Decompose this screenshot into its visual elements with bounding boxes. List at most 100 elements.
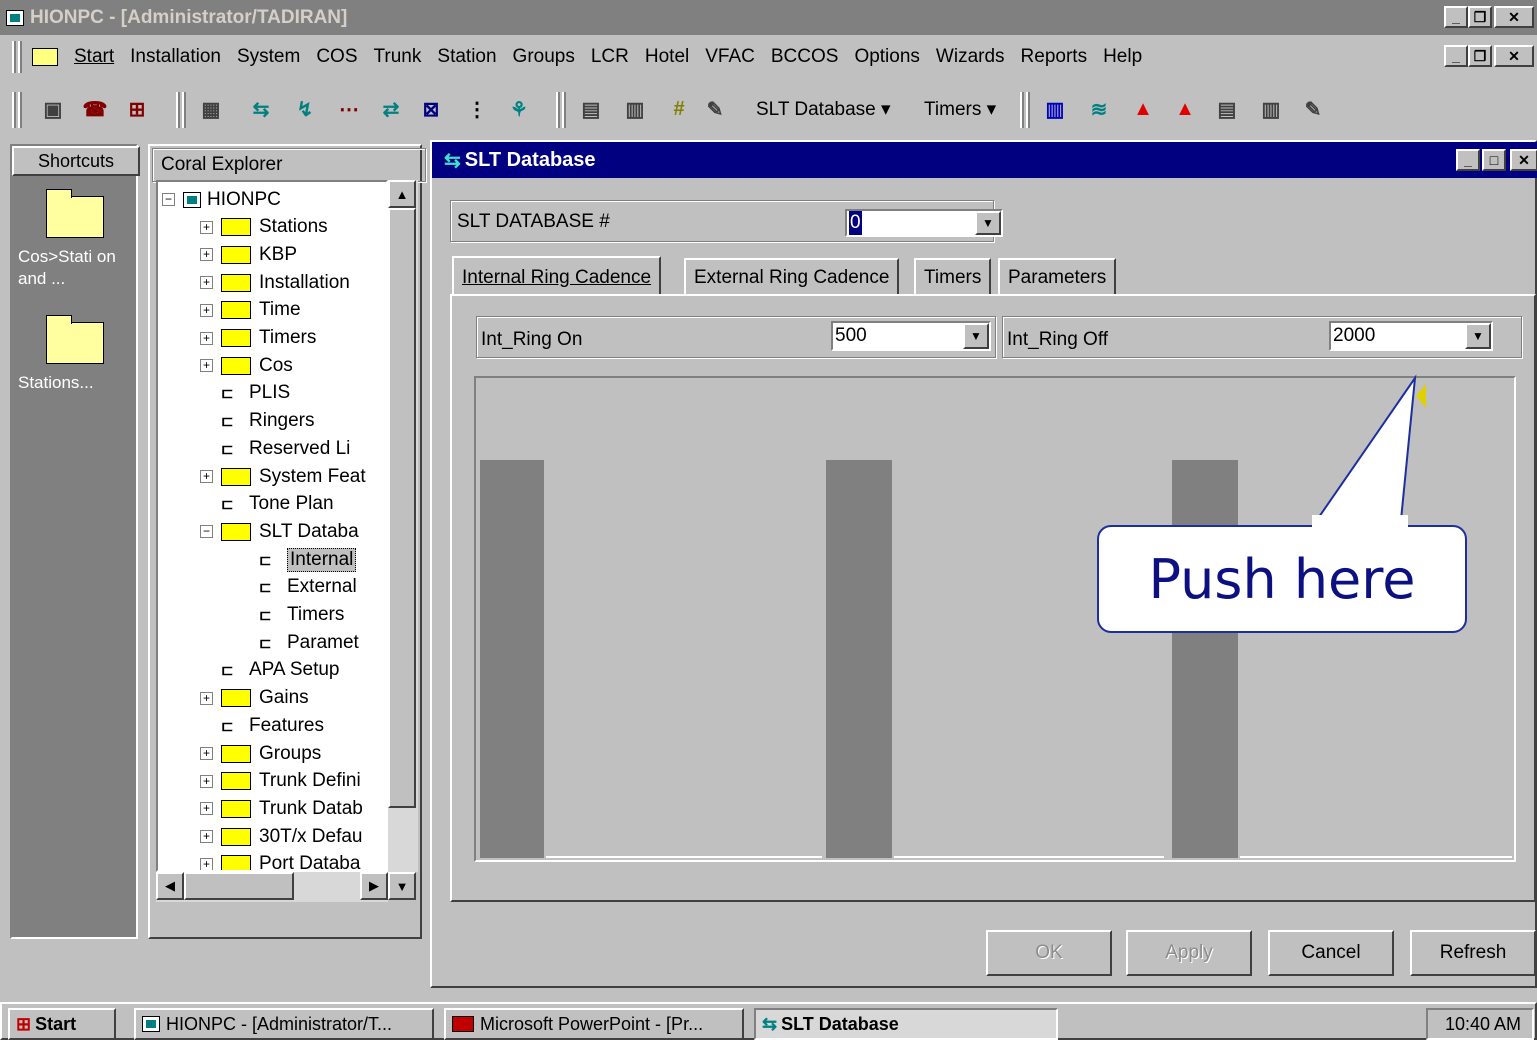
wizard-icon[interactable]: ⚘: [504, 94, 534, 124]
tab-internal-ring-cadence[interactable]: Internal Ring Cadence: [452, 256, 662, 298]
expand-icon[interactable]: +: [200, 691, 213, 705]
menu-groups[interactable]: Groups: [505, 46, 583, 68]
form2-icon[interactable]: ▥: [620, 94, 650, 124]
menu-hotel[interactable]: Hotel: [637, 46, 697, 68]
menu-trunk[interactable]: Trunk: [366, 46, 430, 68]
report2-icon[interactable]: ▥: [1256, 94, 1286, 124]
expand-icon[interactable]: +: [200, 359, 213, 373]
collapse-icon[interactable]: −: [200, 525, 213, 539]
box-icon[interactable]: ⊠: [416, 94, 446, 124]
report-icon[interactable]: ▤: [1212, 94, 1242, 124]
tree-node-label[interactable]: Stations: [259, 216, 328, 238]
apply-button[interactable]: Apply: [1126, 930, 1252, 976]
start-button[interactable]: ⊞ Start: [8, 1008, 116, 1040]
tab-external-ring-cadence[interactable]: External Ring Cadence: [684, 258, 900, 296]
int-ring-on-value[interactable]: 500: [835, 325, 867, 346]
tree-node-label[interactable]: Time: [259, 299, 301, 321]
tree-node-label[interactable]: PLIS: [249, 382, 290, 404]
horizontal-scrollbar[interactable]: ◀ ▶: [156, 872, 388, 902]
tree-node[interactable]: ⊏ Reserved Li: [200, 435, 350, 462]
menu-options[interactable]: Options: [846, 46, 927, 68]
tree-node-label[interactable]: HIONPC: [207, 189, 281, 211]
menu-cos[interactable]: COS: [308, 46, 365, 68]
shortcut-folder-icon[interactable]: [46, 189, 104, 238]
tree-node-label[interactable]: Installation: [259, 272, 350, 294]
tree-node[interactable]: + System Feat: [200, 463, 366, 490]
tree-node[interactable]: + Port Databa: [200, 851, 360, 870]
tree-node-label[interactable]: Reserved Li: [249, 438, 350, 460]
menu-bccos[interactable]: BCCOS: [763, 46, 847, 68]
phone-icon[interactable]: ✎: [700, 94, 730, 124]
tree-node[interactable]: ⊏ Features: [200, 712, 324, 739]
tree-node-label[interactable]: Features: [249, 715, 324, 737]
lcr-icon[interactable]: ⇄: [376, 94, 406, 124]
tree-node[interactable]: + Cos: [200, 352, 293, 379]
int-ring-off-combo[interactable]: 2000 ▼: [1329, 321, 1493, 351]
trunk-icon[interactable]: ⇆: [246, 94, 276, 124]
menu-reports[interactable]: Reports: [1013, 46, 1096, 68]
tree-node-label[interactable]: SLT Databa: [259, 521, 359, 543]
tab-timers[interactable]: Timers: [914, 258, 992, 296]
form-icon[interactable]: ▤: [576, 94, 606, 124]
tree-node[interactable]: + Time: [200, 297, 301, 324]
int-ring-on-combo[interactable]: 500 ▼: [831, 321, 991, 351]
tree-node[interactable]: − HIONPC: [162, 186, 281, 213]
expand-icon[interactable]: +: [200, 303, 213, 317]
collapse-icon[interactable]: −: [162, 193, 175, 206]
expand-icon[interactable]: +: [200, 470, 213, 483]
tree-node[interactable]: + Gains: [200, 685, 309, 712]
tree-icon[interactable]: ⋮: [462, 94, 492, 124]
expand-icon[interactable]: +: [200, 802, 213, 816]
tree-node[interactable]: ⊏ External: [238, 574, 357, 601]
tree-node-label[interactable]: Ringers: [249, 410, 314, 432]
dialog-title-bar[interactable]: ⇆ SLT Database _ □ ✕: [432, 142, 1537, 178]
tree-node-label[interactable]: Paramet: [287, 632, 359, 654]
expand-icon[interactable]: +: [200, 857, 213, 870]
menu-lcr[interactable]: LCR: [583, 46, 637, 68]
tab-parameters[interactable]: Parameters: [998, 258, 1117, 296]
tree-node[interactable]: ⊏ Paramet: [238, 629, 359, 656]
tree-node-label[interactable]: Groups: [259, 743, 321, 765]
tree-node-label[interactable]: Cos: [259, 355, 293, 377]
tree-node-label[interactable]: Timers: [287, 604, 344, 626]
menu-station[interactable]: Station: [429, 46, 504, 68]
tree-node[interactable]: + Stations: [200, 214, 328, 241]
scroll-up-icon[interactable]: ▲: [388, 180, 416, 208]
int-ring-off-value[interactable]: 2000: [1333, 325, 1375, 346]
expand-icon[interactable]: +: [200, 331, 213, 345]
restore-icon[interactable]: ❐: [1468, 6, 1492, 28]
tree-node-label[interactable]: Trunk Datab: [259, 798, 363, 820]
tree-node[interactable]: + Groups: [200, 740, 321, 767]
tree-node-label[interactable]: APA Setup: [249, 659, 340, 681]
refresh-button[interactable]: Refresh: [1410, 930, 1536, 976]
scroll-right-icon[interactable]: ▶: [360, 872, 388, 900]
tree-node[interactable]: + Trunk Defini: [200, 768, 361, 795]
shortcut-label[interactable]: Stations...: [18, 372, 136, 394]
tree-node-label[interactable]: External: [287, 576, 357, 598]
tree-node[interactable]: + Installation: [200, 269, 350, 296]
shortcuts-header[interactable]: Shortcuts: [12, 146, 140, 176]
slt-database-combo[interactable]: 0 ▼: [845, 209, 1003, 237]
task-hionpc[interactable]: HIONPC - [Administrator/T...: [134, 1008, 434, 1040]
menu-start[interactable]: Start: [66, 46, 122, 68]
route-icon[interactable]: ↯: [290, 94, 320, 124]
slt-database-dropdown[interactable]: SLT Database ▾: [756, 98, 891, 121]
tree-node[interactable]: ⊏ Tone Plan: [200, 491, 334, 518]
slt-database-value[interactable]: 0: [849, 211, 862, 235]
dialog-close-icon[interactable]: ✕: [1510, 149, 1537, 171]
chevron-down-icon[interactable]: ▼: [975, 211, 1001, 235]
explorer-tree[interactable]: − HIONPC + Stations + KBP + Installation + Time + T…: [156, 180, 388, 872]
alarm-icon[interactable]: ▲: [1128, 94, 1158, 124]
tree-node[interactable]: ⊏ Ringers: [200, 408, 314, 435]
tree-node-label[interactable]: Internal: [287, 547, 357, 572]
menu-vfac[interactable]: VFAC: [697, 46, 763, 68]
alarm2-icon[interactable]: ▲: [1170, 94, 1200, 124]
tree-node-label[interactable]: Tone Plan: [249, 493, 334, 515]
scroll-down-icon[interactable]: ▼: [388, 872, 416, 900]
grid-icon[interactable]: #: [664, 94, 694, 124]
ok-button[interactable]: OK: [986, 930, 1112, 976]
expand-icon[interactable]: +: [200, 276, 213, 290]
tree-node-label[interactable]: Trunk Defini: [259, 770, 361, 792]
expand-icon[interactable]: +: [200, 220, 213, 234]
keypad-icon[interactable]: ▦: [196, 94, 226, 124]
